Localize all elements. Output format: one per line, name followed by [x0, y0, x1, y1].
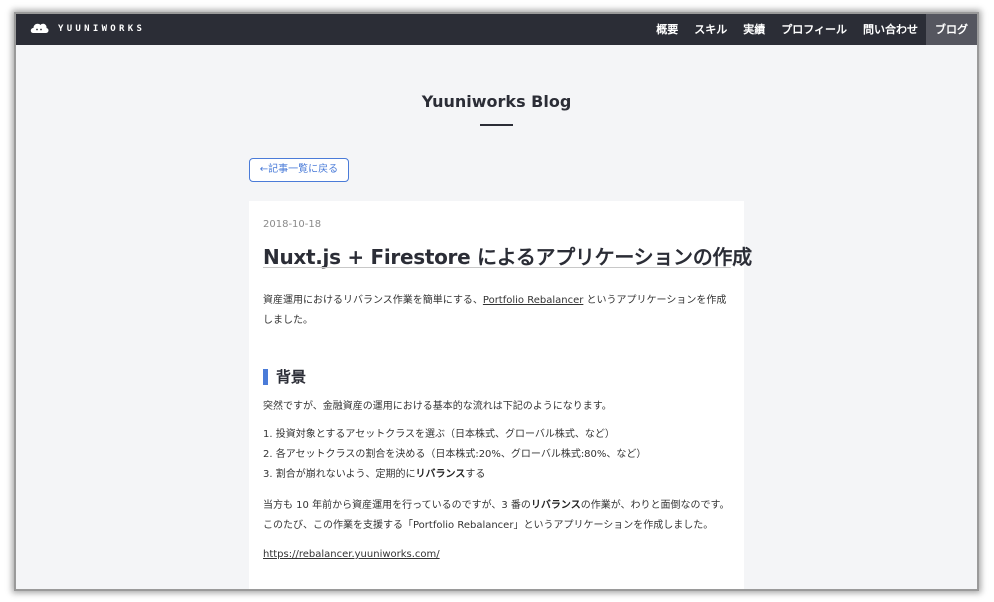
main-nav: 概要 スキル 実績 プロフィール 問い合わせ ブログ — [648, 14, 977, 45]
section-accent-bar — [263, 368, 268, 385]
nav-item-blog[interactable]: ブログ — [926, 14, 977, 45]
post-card: 2018-10-18 Nuxt.js + Firestore によるアプリケーシ… — [249, 201, 752, 589]
post-date: 2018-10-18 — [263, 219, 322, 230]
intro-text-before: 資産運用におけるリバランス作業を簡単にする、 — [263, 295, 483, 306]
portfolio-rebalancer-link[interactable]: Portfolio Rebalancer — [483, 295, 583, 306]
nav-item-contact[interactable]: 問い合わせ — [855, 14, 926, 45]
list-item-bold: リバランス — [415, 469, 466, 480]
para3: このたび、この作業を支援する「Portfolio Rebalancer」というア… — [263, 520, 714, 531]
post-title: Nuxt.js + Firestore によるアプリケーションの作成 — [263, 245, 752, 269]
steps-list: 1. 投資対象とするアセットクラスを選ぶ（日本株式、グローバル株式、など） 2.… — [263, 425, 646, 485]
back-to-list-button[interactable]: ←記事一覧に戻る — [249, 158, 349, 182]
rebalancer-site-link[interactable]: https://rebalancer.yuuniworks.com/ — [263, 549, 440, 560]
nav-item-overview[interactable]: 概要 — [648, 14, 686, 45]
nav-item-profile[interactable]: プロフィール — [773, 14, 855, 45]
list-item: 3. 割合が崩れないよう、定期的にリバランスする — [263, 465, 646, 485]
para2-before: 当方も 10 年前から資産運用を行っているのですが、3 番の — [263, 500, 531, 511]
list-item-text-after: する — [465, 469, 486, 480]
nav-item-skills[interactable]: スキル — [686, 14, 735, 45]
title-divider — [480, 124, 513, 126]
list-item: 1. 投資対象とするアセットクラスを選ぶ（日本株式、グローバル株式、など） — [263, 429, 615, 440]
background-paragraph: 突然ですが、金融資産の運用における基本的な流れは下記のようになります。 — [263, 401, 612, 412]
section-heading: 背景 — [263, 366, 306, 387]
section-title: 背景 — [276, 368, 307, 386]
title-divider-line — [263, 267, 731, 268]
para2-bold: リバランス — [530, 500, 581, 511]
cloud-logo-icon — [30, 23, 49, 33]
rebalance-paragraph: 当方も 10 年前から資産運用を行っているのですが、3 番のリバランスの作業が、… — [263, 496, 733, 536]
blog-title: Yuuniworks Blog — [421, 92, 572, 111]
list-item: 2. 各アセットクラスの割合を決める（日本株式:20%、グローバル株式:80%、… — [263, 449, 647, 460]
para2-after: の作業が、わりと面倒なのです。 — [580, 500, 730, 511]
top-navbar: YUUNIWORKS 概要 スキル 実績 プロフィール 問い合わせ ブログ — [16, 14, 977, 45]
browser-window: YUUNIWORKS 概要 スキル 実績 プロフィール 問い合わせ ブログ Yu… — [16, 14, 977, 589]
list-item-text-before: 3. 割合が崩れないよう、定期的に — [263, 469, 416, 480]
brand-name: YUUNIWORKS — [58, 24, 146, 34]
intro-paragraph: 資産運用におけるリバランス作業を簡単にする、Portfolio Rebalanc… — [263, 291, 733, 331]
brand-home-link[interactable]: YUUNIWORKS — [30, 21, 145, 37]
nav-item-works[interactable]: 実績 — [735, 14, 773, 45]
